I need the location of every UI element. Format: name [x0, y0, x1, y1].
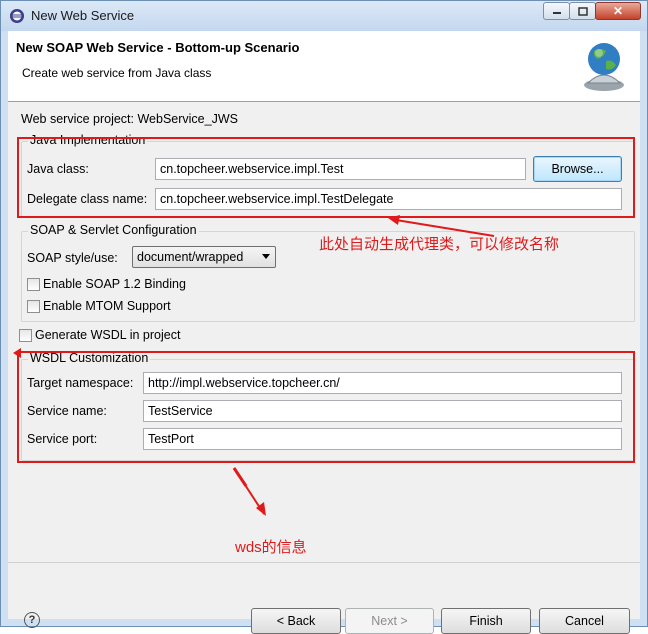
soap-style-label: SOAP style/use: — [27, 251, 118, 265]
window-title: New Web Service — [31, 8, 135, 23]
project-label: Web service project: WebService_JWS — [21, 112, 238, 126]
annotation-delegate-note: 此处自动生成代理类，可以修改名称 — [319, 236, 560, 253]
soap-style-value: document/wrapped — [137, 250, 244, 264]
annotation-arrow-wsdl — [232, 467, 266, 516]
web-service-globe-icon — [584, 43, 624, 91]
generate-wsdl-label: Generate WSDL in project — [35, 328, 181, 342]
close-icon: ✕ — [612, 4, 624, 18]
wizard-subtitle: Create web service from Java class — [22, 66, 212, 80]
maximize-button[interactable] — [569, 2, 596, 20]
chevron-down-icon — [262, 254, 270, 259]
close-button[interactable]: ✕ — [595, 2, 641, 20]
mtom-checkbox[interactable] — [27, 300, 40, 313]
help-icon[interactable]: ? — [24, 612, 40, 628]
finish-button[interactable]: Finish — [441, 608, 531, 634]
soap-servlet-title: SOAP & Servlet Configuration — [28, 223, 199, 237]
cancel-button[interactable]: Cancel — [539, 608, 630, 634]
back-button[interactable]: < Back — [251, 608, 341, 634]
title-bar[interactable]: New Web Service ✕ — [1, 1, 647, 31]
minimize-button[interactable] — [543, 2, 570, 20]
dialog-client-area: New SOAP Web Service - Bottom-up Scenari… — [8, 31, 640, 634]
annotation-arrow-small — [13, 348, 21, 358]
soap-style-select[interactable]: document/wrapped — [132, 246, 276, 268]
window-controls: ✕ — [543, 2, 641, 20]
highlight-wsdl-customization — [17, 351, 635, 463]
eclipse-icon — [10, 9, 24, 23]
wizard-page: Web service project: WebService_JWS Java… — [8, 102, 640, 634]
soap12-checkbox[interactable] — [27, 278, 40, 291]
wizard-banner: New SOAP Web Service - Bottom-up Scenari… — [8, 31, 640, 102]
button-bar-separator — [8, 562, 640, 563]
dialog-window: New Web Service ✕ New SOAP Web Service -… — [0, 0, 648, 634]
soap12-label: Enable SOAP 1.2 Binding — [43, 277, 186, 291]
next-button[interactable]: Next > — [345, 608, 434, 634]
wizard-title: New SOAP Web Service - Bottom-up Scenari… — [16, 40, 300, 55]
highlight-java-implementation — [17, 137, 635, 218]
annotation-wsdl-note: wds的信息 — [235, 539, 307, 556]
generate-wsdl-checkbox[interactable] — [19, 329, 32, 342]
mtom-label: Enable MTOM Support — [43, 299, 171, 313]
maximize-icon — [577, 6, 588, 16]
minimize-icon — [552, 12, 561, 14]
